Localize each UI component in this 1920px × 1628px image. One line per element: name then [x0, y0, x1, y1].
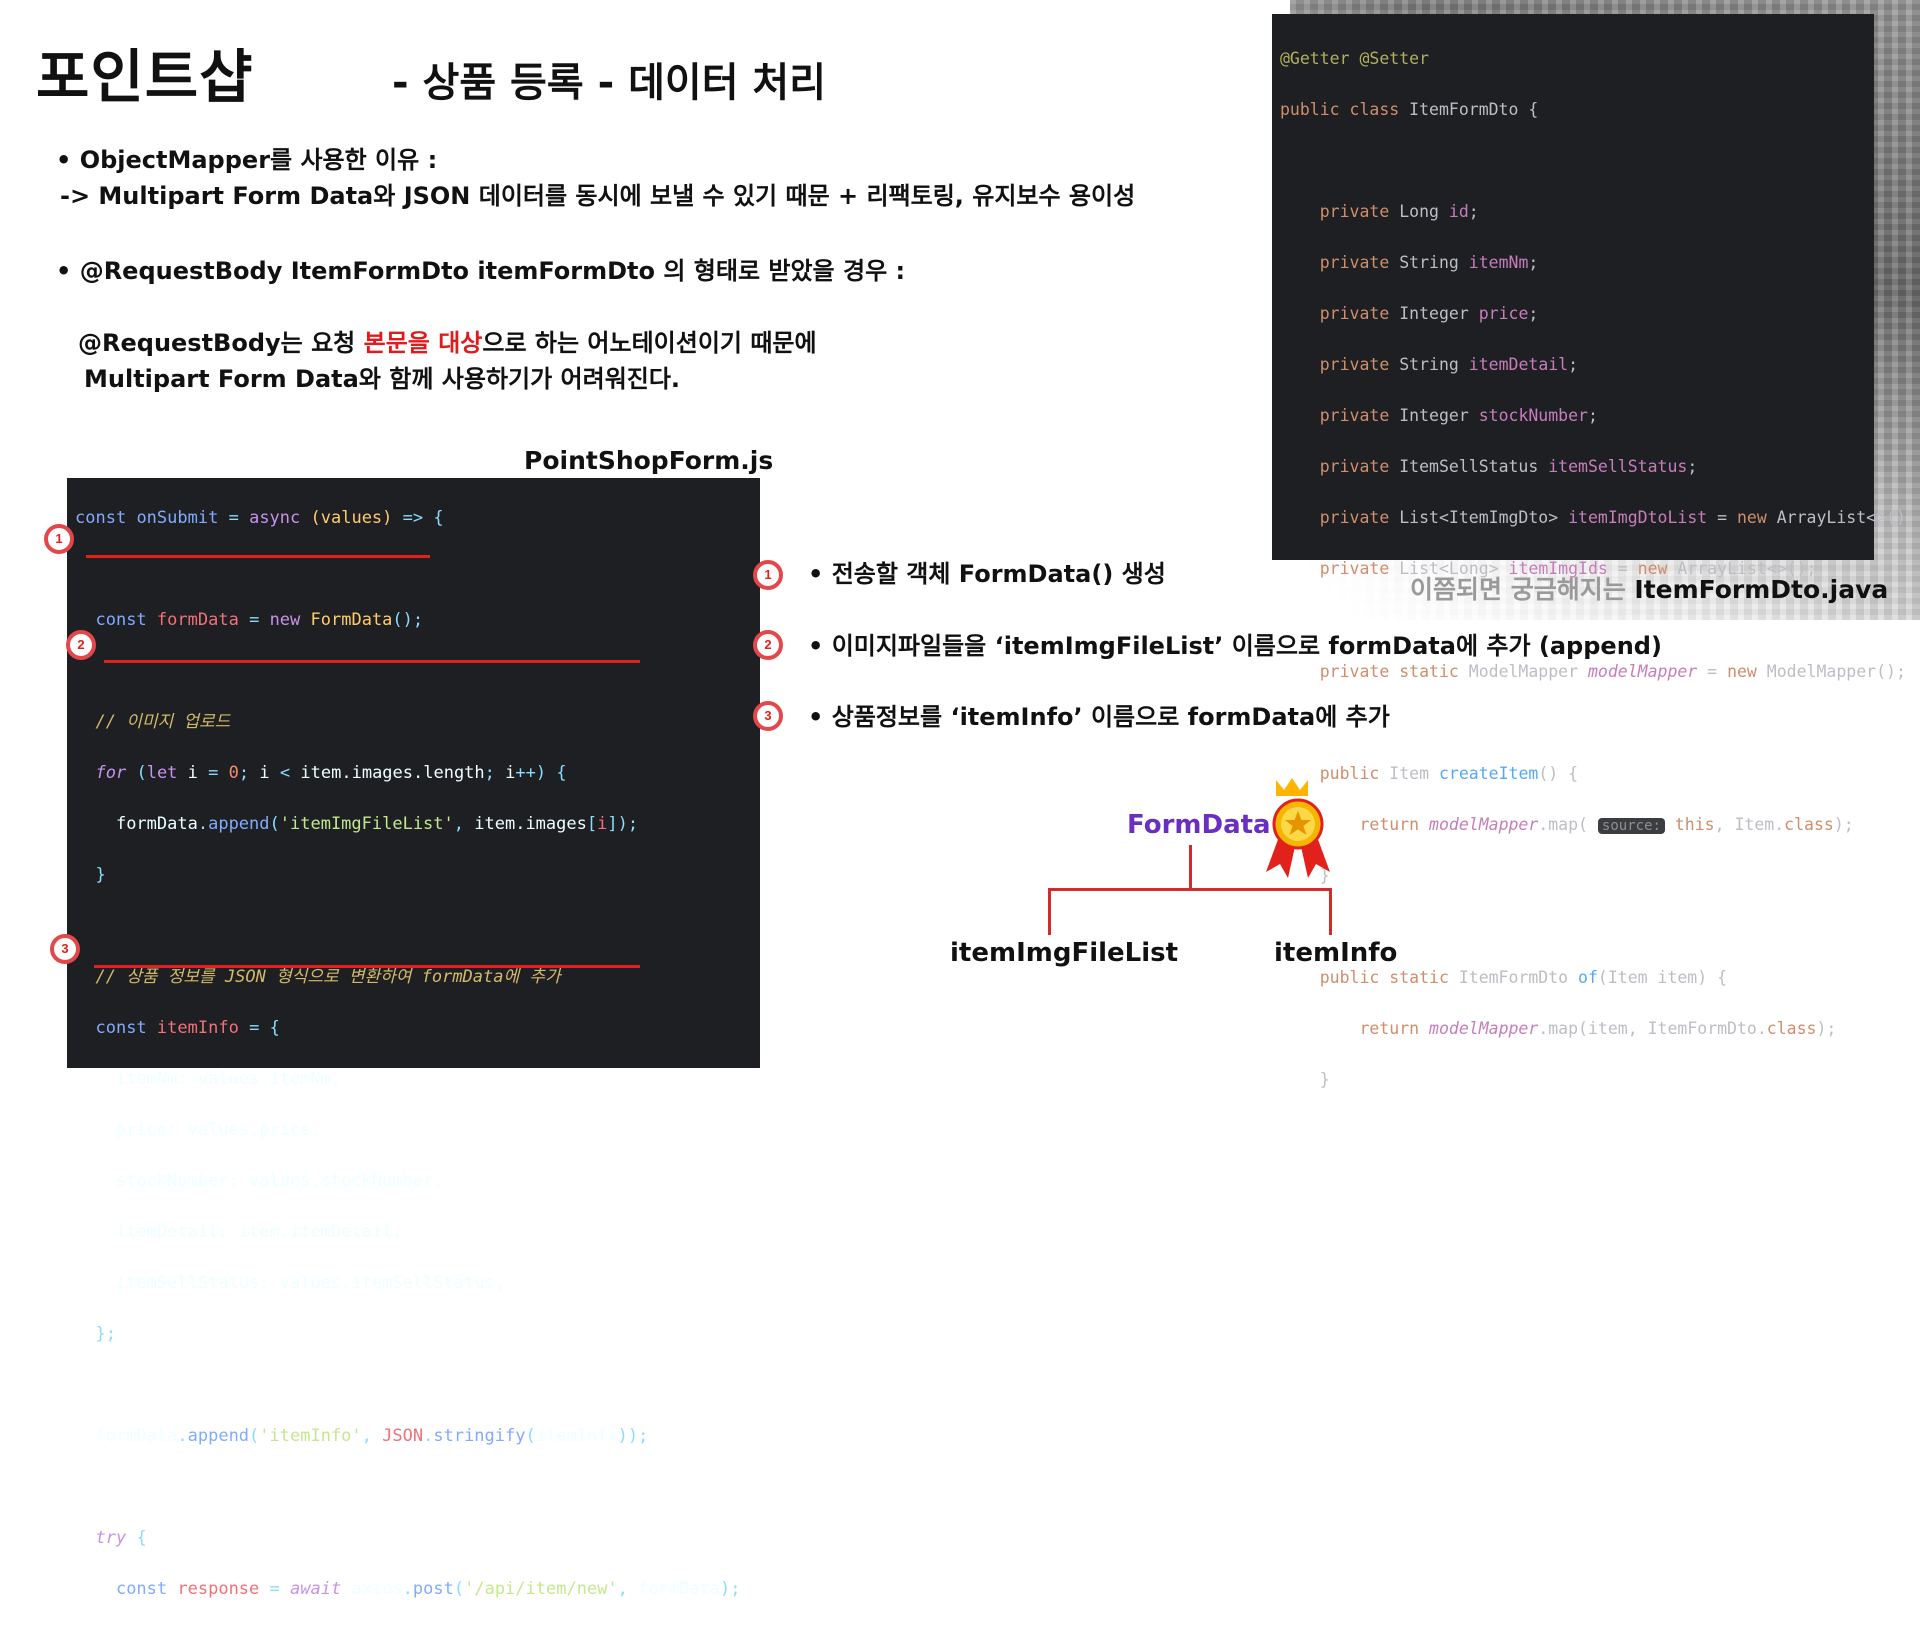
step-badge-2: 2 — [753, 630, 783, 660]
java-file-caption: 이쯤되면 궁금해지는 ItemFormDto.java — [1410, 570, 1888, 606]
tree-trunk — [1189, 845, 1192, 890]
js-code-panel: const onSubmit = async (values) => { con… — [67, 478, 760, 1599]
step-badge-1: 1 — [753, 560, 783, 590]
formdata-root-label: FormData — [1127, 810, 1271, 840]
step-badge-3-code: 3 — [50, 934, 80, 964]
underline-append-iteminfo — [94, 965, 640, 968]
bullet-requestbody-title: • @RequestBody ItemFormDto itemFormDto 의… — [56, 257, 906, 285]
step-3-text: • 상품정보를 ‘itemInfo’ 이름으로 formData에 추가 — [808, 703, 1390, 731]
step-badge-2-code: 2 — [66, 630, 96, 660]
js-filename: PointShopForm.js — [524, 446, 774, 475]
line1-post: 으로 하는 어노테이션이기 때문에 — [482, 329, 817, 357]
step-1-text: • 전송할 객체 FormData() 생성 — [808, 560, 1166, 588]
tree-left-leg — [1048, 888, 1051, 935]
underline-formdata — [86, 555, 430, 558]
underline-append-images — [104, 660, 640, 663]
bullet-requestbody-line2: Multipart Form Data와 함께 사용하기가 어려워진다. — [84, 365, 681, 393]
tree-branch — [1048, 888, 1332, 891]
tree-child-iteminfo: itemInfo — [1274, 938, 1398, 968]
step-badge-1-code: 1 — [44, 524, 74, 554]
page-subtitle: - 상품 등록 - 데이터 처리 — [392, 60, 827, 106]
step-2-text: • 이미지파일들을 ‘itemImgFileList’ 이름으로 formDat… — [808, 632, 1662, 660]
caption-prefix: 이쯤되면 궁금해지는 — [1410, 575, 1635, 604]
line1-highlight: 본문을 대상 — [363, 329, 483, 357]
bullet-requestbody-line1: @RequestBody는 요청 본문을 대상으로 하는 어노테이션이기 때문에 — [78, 323, 817, 358]
award-medal-icon — [1262, 776, 1334, 882]
line1-pre: @RequestBody는 요청 — [78, 329, 364, 357]
tree-right-leg — [1329, 888, 1332, 935]
java-code-panel: @Getter @Setter public class ItemFormDto… — [1272, 14, 1916, 1089]
caption-filename: ItemFormDto.java — [1634, 575, 1889, 604]
bullet-objectmapper-detail: -> Multipart Form Data와 JSON 데이터를 동시에 보낼… — [60, 182, 1136, 210]
bullet-objectmapper-title: • ObjectMapper를 사용한 이유 : — [56, 146, 438, 174]
tree-child-itemimgfilelist: itemImgFileList — [950, 938, 1179, 968]
brand-title: 포인트샵 — [36, 43, 254, 111]
step-badge-3: 3 — [753, 701, 783, 731]
